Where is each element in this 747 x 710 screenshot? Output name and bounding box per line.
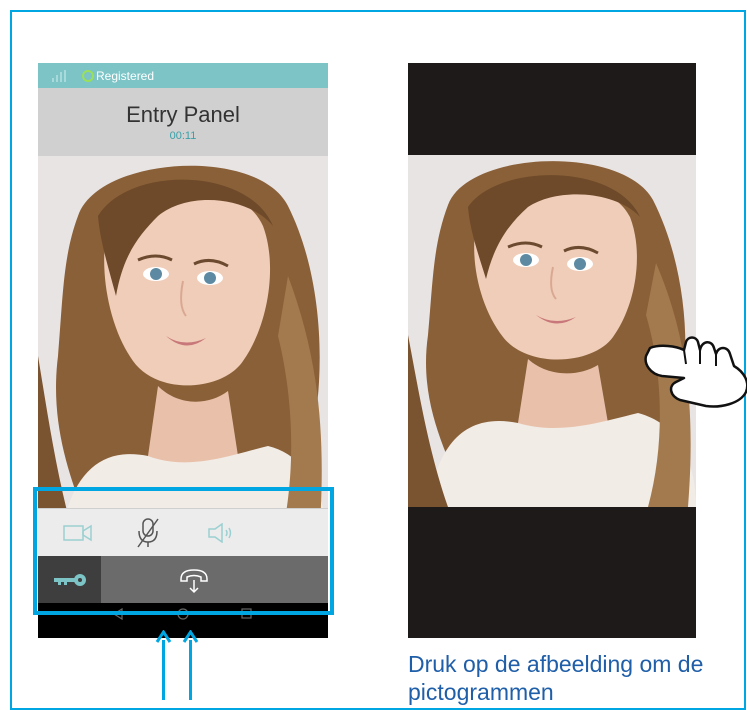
registration-status: Registered [96, 69, 155, 83]
instruction-caption: Druk op de afbeelding om de pictogrammen [408, 651, 704, 705]
arrow-heads [155, 630, 199, 643]
tapping-hand-icon [644, 336, 747, 408]
pointer-arrow-line [162, 640, 165, 700]
registered-indicator-icon [82, 70, 94, 82]
call-header: Entry Panel 00:11 [38, 88, 328, 156]
pointer-arrow-line [189, 640, 192, 700]
status-bar: Registered [38, 63, 328, 88]
callee-name: Entry Panel [126, 102, 240, 127]
controls-highlight-box [33, 487, 334, 615]
signal-strength-icon [52, 70, 68, 82]
call-timer: 00:11 [169, 130, 197, 142]
